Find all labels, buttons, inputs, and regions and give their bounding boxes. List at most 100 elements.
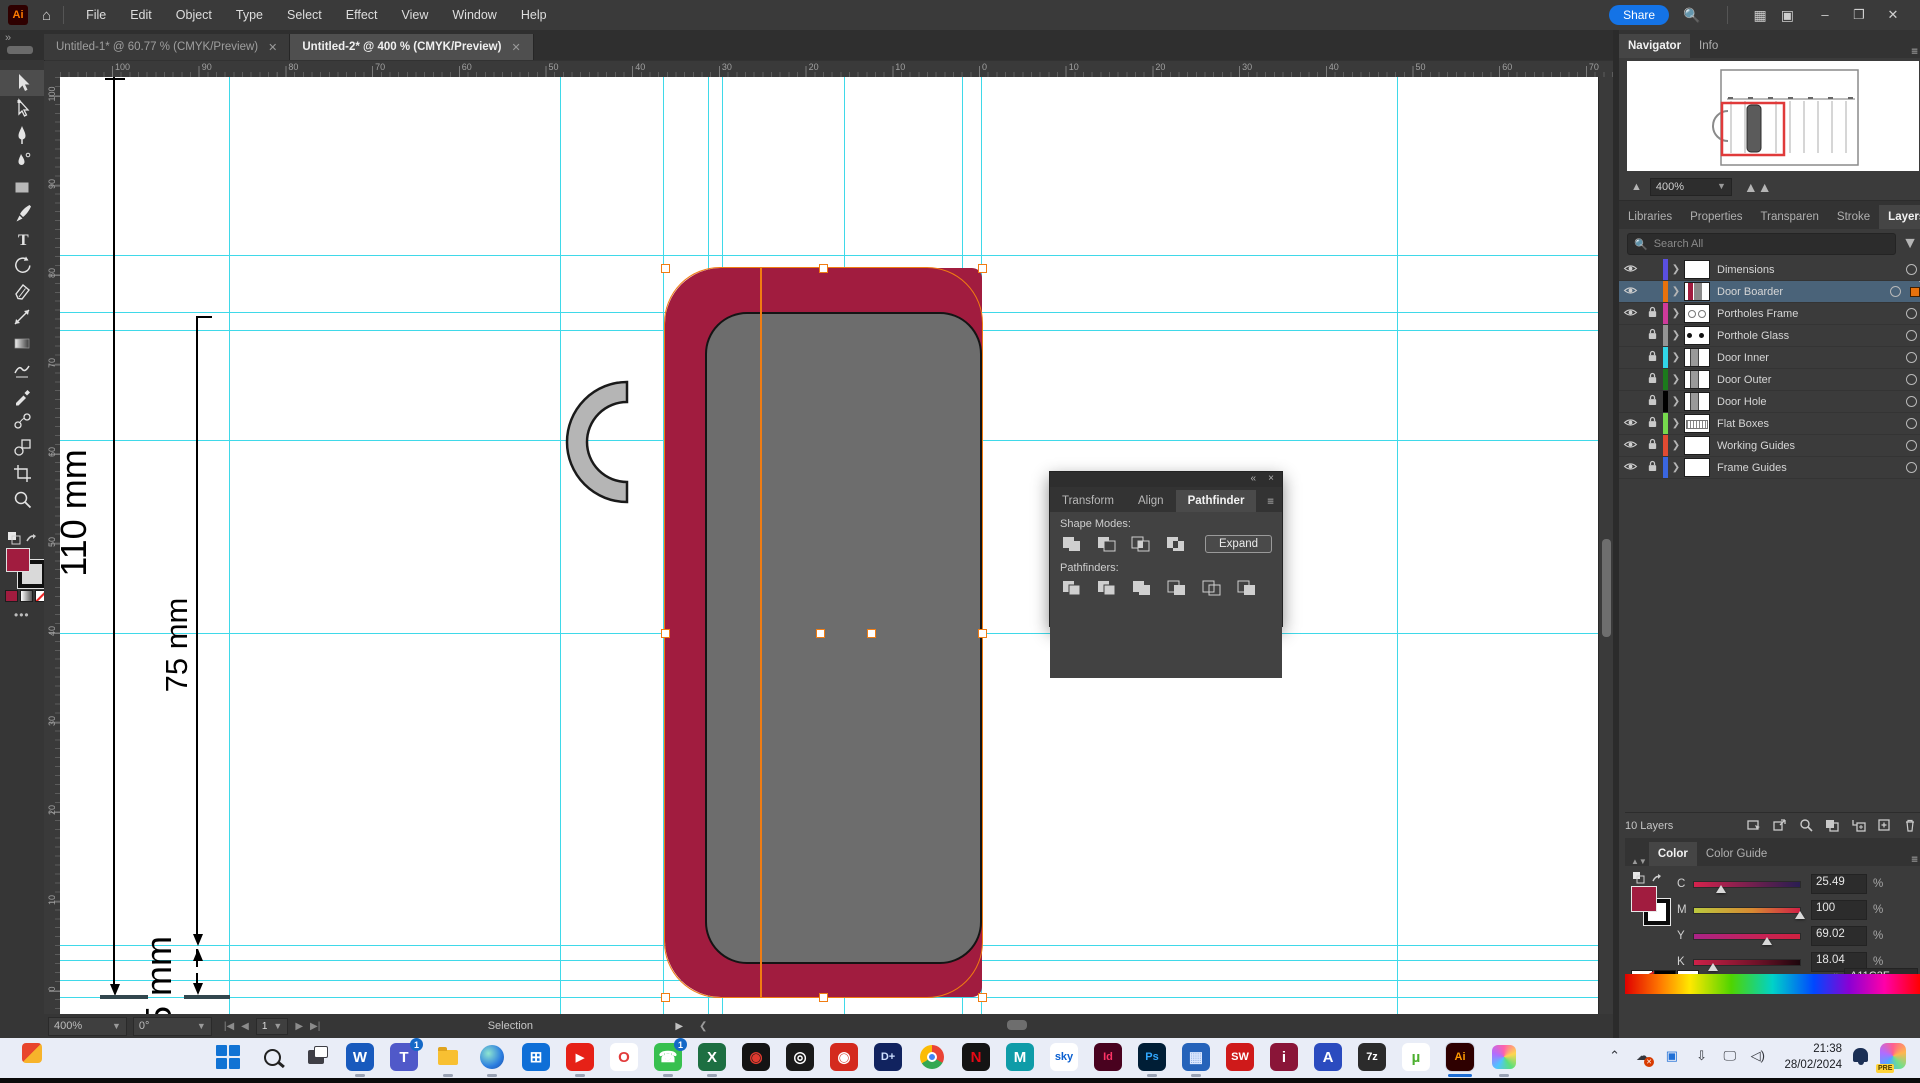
unite-icon[interactable] xyxy=(1060,535,1084,553)
channel-slider[interactable] xyxy=(1693,907,1801,914)
menu-type[interactable]: Type xyxy=(226,4,273,26)
status-collapse-icon[interactable]: ❮ xyxy=(699,1021,707,1032)
vertical-scroll-thumb[interactable] xyxy=(1602,539,1611,637)
taskbar-start-icon[interactable] xyxy=(214,1043,242,1071)
layer-row-dimensions[interactable]: ❯Dimensions xyxy=(1619,259,1920,281)
trim-icon[interactable] xyxy=(1095,579,1119,597)
vertical-scrollbar[interactable] xyxy=(1598,77,1614,1014)
fill-stroke-swatches[interactable] xyxy=(6,548,40,582)
horizontal-ruler[interactable]: 100908070605040302010010203040506070 xyxy=(60,61,1613,78)
layer-target-icon[interactable] xyxy=(1906,308,1917,319)
vertical-guide[interactable] xyxy=(1397,77,1398,1014)
collapse-panel-icon[interactable]: ▲▼ xyxy=(1625,849,1649,866)
taskbar-media-app-1-icon[interactable]: ◉ xyxy=(742,1043,770,1071)
menu-select[interactable]: Select xyxy=(277,4,332,26)
pen-tool[interactable] xyxy=(0,122,44,148)
layer-thumbnail[interactable] xyxy=(1684,260,1710,279)
tray-onedrive-icon[interactable]: ☁✕ xyxy=(1636,1048,1649,1064)
expand-button[interactable]: Expand xyxy=(1205,535,1272,553)
taskbar-youtube-icon[interactable]: ▶ xyxy=(566,1043,594,1071)
taskbar-solidworks-icon[interactable]: SW xyxy=(1226,1043,1254,1071)
layer-thumbnail[interactable] xyxy=(1684,348,1710,367)
channel-slider[interactable] xyxy=(1693,881,1801,888)
taskbar-netflix-icon[interactable]: N xyxy=(962,1043,990,1071)
home-icon[interactable]: ⌂ xyxy=(42,7,51,24)
expand-layer-icon[interactable]: ❯ xyxy=(1668,286,1684,297)
toolbar-expander[interactable]: » xyxy=(0,30,44,60)
artboard-number-select[interactable]: 1▼ xyxy=(256,1018,288,1035)
selection-handle[interactable] xyxy=(661,993,670,1002)
selection-handle[interactable] xyxy=(819,264,828,273)
merge-icon[interactable] xyxy=(1130,579,1154,597)
new-layer-icon[interactable] xyxy=(1876,817,1892,836)
taskbar-install-app-icon[interactable]: i xyxy=(1270,1043,1298,1071)
vertical-ruler[interactable]: 1009080706050403020100 xyxy=(44,77,61,1014)
selection-handle[interactable] xyxy=(867,629,876,638)
horizontal-guide[interactable] xyxy=(60,255,1613,256)
navigator-preview[interactable] xyxy=(1619,58,1920,174)
visibility-toggle-icon[interactable] xyxy=(1619,417,1641,431)
taskbar-excel-icon[interactable]: X xyxy=(698,1043,726,1071)
taskbar-indesign-icon[interactable]: Id xyxy=(1094,1043,1122,1071)
selection-handle[interactable] xyxy=(978,629,987,638)
tab-properties[interactable]: Properties xyxy=(1681,205,1751,229)
make-mask-icon[interactable] xyxy=(1824,817,1840,836)
selection-handle[interactable] xyxy=(816,629,825,638)
slider-handle[interactable] xyxy=(1795,911,1805,919)
collect-export-icon[interactable] xyxy=(1772,817,1788,836)
expand-layer-icon[interactable]: ❯ xyxy=(1668,308,1684,319)
layer-row-door-inner[interactable]: ❯Door Inner xyxy=(1619,347,1920,369)
direct-selection-tool[interactable] xyxy=(0,96,44,122)
widgets-icon[interactable] xyxy=(22,1043,42,1063)
layer-thumbnail[interactable] xyxy=(1684,282,1710,301)
gradient-mode-button[interactable] xyxy=(20,590,33,602)
layer-target-icon[interactable] xyxy=(1906,352,1917,363)
new-sublayer-icon[interactable] xyxy=(1850,817,1866,836)
filter-icon[interactable]: ▼ xyxy=(1902,235,1918,253)
close-tab-icon[interactable]: ✕ xyxy=(511,41,520,54)
tray-blue-app-icon[interactable]: ▣ xyxy=(1666,1048,1678,1064)
copilot-icon[interactable]: PRE xyxy=(1880,1043,1906,1069)
zoom-in-icon[interactable]: ▲▲ xyxy=(1744,179,1772,195)
tray-tray-chevron-icon[interactable]: ⌃ xyxy=(1609,1048,1620,1064)
layer-row-frame-guides[interactable]: ❯Frame Guides xyxy=(1619,457,1920,479)
close-tab-icon[interactable]: ✕ xyxy=(268,41,277,54)
lock-toggle-icon[interactable] xyxy=(1641,306,1663,321)
layer-row-door-outer[interactable]: ❯Door Outer xyxy=(1619,369,1920,391)
locate-object-icon[interactable] xyxy=(1746,817,1762,836)
taskbar-whatsapp-icon[interactable]: ☎1 xyxy=(654,1043,682,1071)
panel-layout-icon[interactable]: ▣ xyxy=(1781,7,1794,24)
collapse-panel-icon[interactable]: « xyxy=(1250,473,1256,484)
visibility-toggle-icon[interactable] xyxy=(1619,263,1641,277)
taskbar-search-icon[interactable] xyxy=(258,1043,286,1071)
layer-row-working-guides[interactable]: ❯Working Guides xyxy=(1619,435,1920,457)
blend-tool[interactable] xyxy=(0,408,44,434)
layer-target-icon[interactable] xyxy=(1906,418,1917,429)
taskbar-task-view-icon[interactable] xyxy=(302,1043,330,1071)
selection-handle[interactable] xyxy=(661,264,670,273)
taskbar-utorrent-icon[interactable]: µ xyxy=(1402,1043,1430,1071)
taskbar-maya-icon[interactable]: M xyxy=(1006,1043,1034,1071)
taskbar-file-explorer-icon[interactable] xyxy=(434,1043,462,1071)
taskbar-teams-icon[interactable]: T1 xyxy=(390,1043,418,1071)
selection-handle[interactable] xyxy=(661,629,670,638)
type-tool[interactable]: T xyxy=(0,226,44,252)
selection-handle[interactable] xyxy=(978,264,987,273)
fill-swatch[interactable] xyxy=(6,548,30,572)
lock-toggle-icon[interactable] xyxy=(1641,328,1663,343)
expand-layer-icon[interactable]: ❯ xyxy=(1668,462,1684,473)
curvature-tool[interactable] xyxy=(0,148,44,174)
tray-display-icon[interactable]: 🖵 xyxy=(1723,1048,1736,1064)
document-tab-2[interactable]: Untitled-2* @ 400 % (CMYK/Preview)✕ xyxy=(290,34,533,60)
taskbar-seven-zip-icon[interactable]: 7z xyxy=(1358,1043,1386,1071)
artboard-tool[interactable] xyxy=(0,460,44,486)
layer-thumbnail[interactable] xyxy=(1684,436,1710,455)
restore-button[interactable]: ❐ xyxy=(1842,7,1876,23)
tab-navigator[interactable]: Navigator xyxy=(1619,34,1690,58)
menu-file[interactable]: File xyxy=(76,4,116,26)
share-button[interactable]: Share xyxy=(1609,5,1669,25)
zoom-out-icon[interactable]: ▲ xyxy=(1631,181,1642,193)
taskbar-word-icon[interactable]: W xyxy=(346,1043,374,1071)
shaper-tool[interactable] xyxy=(0,356,44,382)
layer-target-icon[interactable] xyxy=(1890,286,1901,297)
